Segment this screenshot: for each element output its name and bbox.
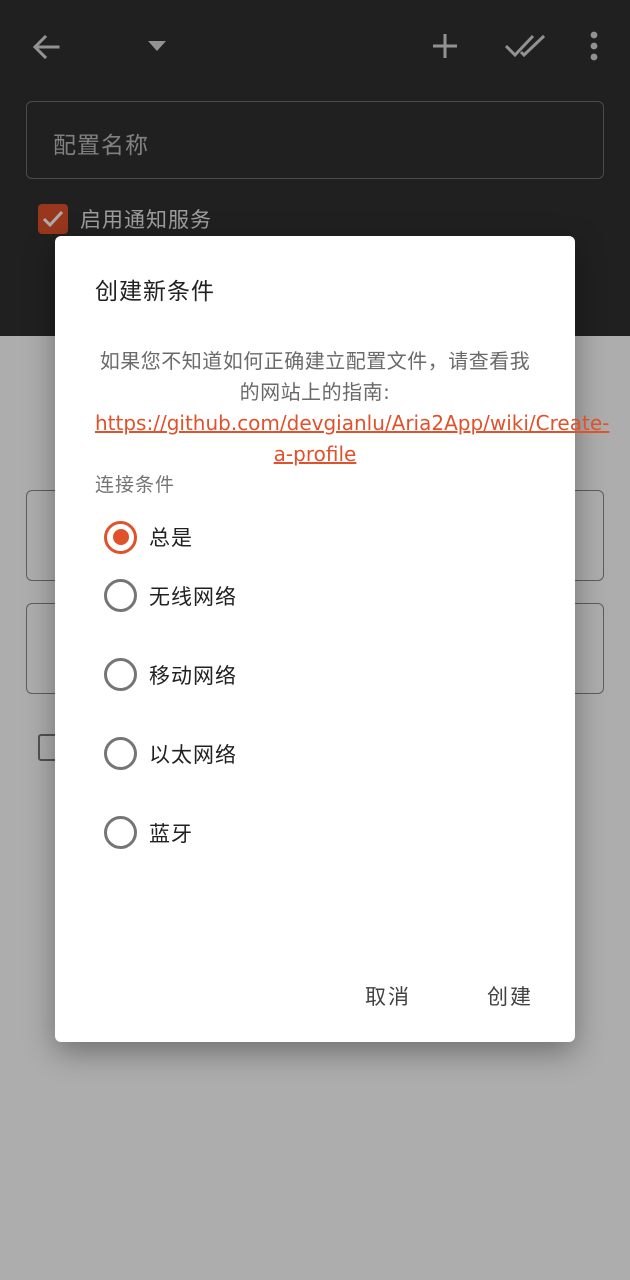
radio-checked-icon[interactable] <box>104 520 137 554</box>
radio-option[interactable]: 无线网络 <box>104 556 524 635</box>
condition-radio-group: 总是无线网络移动网络以太网络蓝牙 <box>104 518 524 872</box>
dialog-actions: 取消 创建 <box>353 974 575 1018</box>
connection-condition-label: 连接条件 <box>95 474 176 496</box>
guide-link[interactable]: https://github.com/devgianlu/Aria2App/wi… <box>95 411 609 466</box>
radio-unchecked-icon[interactable] <box>104 816 137 849</box>
create-condition-dialog: 创建新条件 如果您不知道如何正确建立配置文件，请查看我的网站上的指南: http… <box>55 236 609 1042</box>
radio-option-label: 无线网络 <box>149 584 237 609</box>
cancel-button[interactable]: 取消 <box>353 973 423 1019</box>
radio-unchecked-icon[interactable] <box>104 579 137 612</box>
radio-option[interactable]: 蓝牙 <box>104 793 524 872</box>
create-button[interactable]: 创建 <box>475 973 545 1019</box>
radio-option[interactable]: 移动网络 <box>104 635 524 714</box>
radio-option-label: 总是 <box>149 526 193 550</box>
radio-option-label: 蓝牙 <box>149 821 193 846</box>
dialog-title: 创建新条件 <box>95 279 215 305</box>
radio-unchecked-icon[interactable] <box>104 658 137 691</box>
radio-unchecked-icon[interactable] <box>104 737 137 770</box>
radio-option-label: 以太网络 <box>149 742 237 767</box>
radio-option-label: 移动网络 <box>149 663 237 688</box>
dialog-message-text: 如果您不知道如何正确建立配置文件，请查看我的网站上的指南: <box>99 349 531 404</box>
dialog-message: 如果您不知道如何正确建立配置文件，请查看我的网站上的指南: https://gi… <box>95 346 609 470</box>
radio-option[interactable]: 以太网络 <box>104 714 524 793</box>
radio-option[interactable]: 总是 <box>104 518 524 556</box>
